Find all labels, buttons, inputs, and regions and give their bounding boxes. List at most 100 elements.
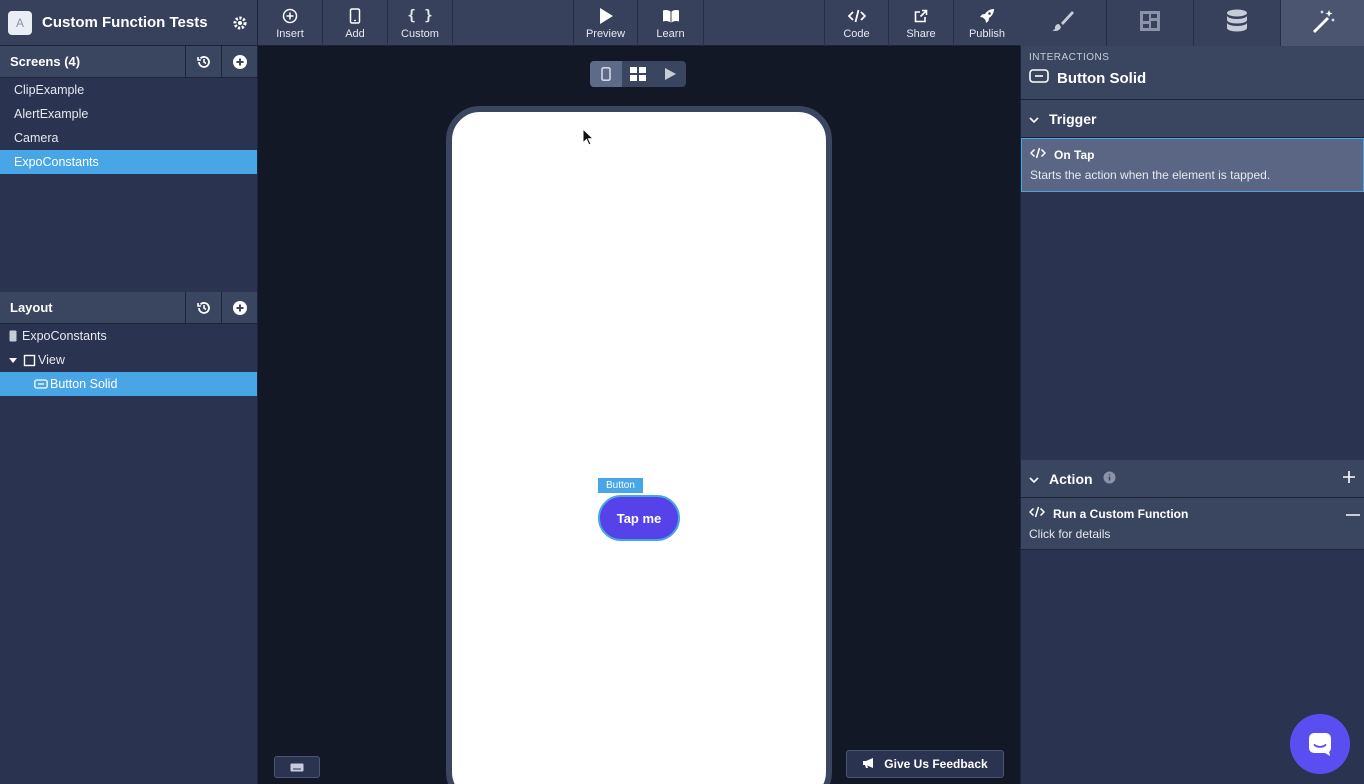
megaphone-icon	[862, 757, 876, 772]
tree-item-expoconstants[interactable]: ExpoConstants	[0, 324, 257, 348]
interactions-panel: INTERACTIONS Button Solid Trigger On Tap…	[1020, 46, 1364, 784]
gear-icon[interactable]	[231, 14, 249, 32]
trigger-title-text: On Tap	[1054, 147, 1095, 162]
insert-button[interactable]: Insert	[258, 0, 323, 46]
book-icon	[662, 6, 680, 26]
preview-button[interactable]: Preview	[573, 0, 638, 46]
code-label: Code	[843, 28, 870, 40]
action-header-label: Action	[1049, 470, 1093, 487]
play-icon	[598, 6, 614, 26]
magic-wand-icon	[1310, 8, 1336, 39]
screens-title: Screens (4)	[10, 54, 81, 69]
action-section: Action Run a Custom Function Click for d…	[1021, 460, 1364, 550]
interactions-header: INTERACTIONS Button Solid	[1021, 46, 1364, 100]
remove-action-icon[interactable]	[1346, 514, 1360, 516]
phone-icon	[6, 330, 20, 342]
phone-preview: Button Tap me	[446, 106, 832, 784]
chevron-down-icon	[1029, 471, 1039, 487]
project-logo[interactable]: A	[8, 10, 32, 35]
app-root: A Custom Function Tests Screens (4) Clip…	[0, 0, 1364, 784]
screens-header: Screens (4)	[0, 45, 257, 78]
share-label: Share	[906, 28, 936, 40]
plus-circle-icon	[282, 6, 298, 26]
tree-item-button-solid[interactable]: Button Solid	[0, 372, 257, 396]
custom-button[interactable]: { } Custom	[388, 0, 453, 46]
trigger-section-header[interactable]: Trigger	[1021, 100, 1364, 138]
trigger-header-label: Trigger	[1049, 110, 1097, 127]
paintbrush-icon	[1051, 9, 1075, 38]
custom-label: Custom	[401, 28, 439, 40]
interactions-title: Button Solid	[1029, 69, 1356, 87]
insert-label: Insert	[276, 28, 304, 40]
tab-interactions[interactable]	[1281, 0, 1364, 46]
device-play-icon[interactable]	[654, 61, 686, 87]
interactions-label: INTERACTIONS	[1029, 52, 1110, 63]
layout-title: Layout	[10, 300, 53, 315]
publish-label: Publish	[968, 28, 1006, 40]
database-icon	[1226, 9, 1248, 38]
preview-label: Preview	[585, 28, 626, 40]
trigger-card-title: On Tap	[1029, 147, 1355, 162]
feedback-button[interactable]: Give Us Feedback	[846, 750, 1004, 778]
code-button[interactable]: Code	[824, 0, 889, 46]
learn-button[interactable]: Learn	[638, 0, 704, 46]
tree-item-label: Button Solid	[50, 377, 118, 391]
action-card-custom-function[interactable]: Run a Custom Function Click for details	[1021, 498, 1364, 550]
device-phone-icon[interactable]	[590, 61, 622, 87]
share-button[interactable]: Share	[889, 0, 954, 46]
add-button[interactable]: Add	[323, 0, 388, 46]
top-toolbar: Insert Add { } Custom Preview Learn Code…	[258, 0, 1020, 46]
add-label: Add	[345, 28, 365, 40]
device-grid-icon[interactable]	[622, 61, 654, 87]
add-action-icon[interactable]	[1342, 470, 1356, 487]
rocket-icon	[979, 6, 995, 26]
action-card-title: Run a Custom Function	[1028, 506, 1356, 521]
left-panel: A Custom Function Tests Screens (4) Clip…	[0, 0, 258, 784]
code-icon	[847, 6, 866, 26]
tab-layout[interactable]	[1107, 0, 1194, 46]
tab-style[interactable]	[1020, 0, 1107, 46]
screen-item-alertexample[interactable]: AlertExample	[0, 102, 257, 126]
button-tag: Button	[598, 478, 643, 493]
layout-grid-icon	[1139, 10, 1161, 37]
tree-item-view[interactable]: View	[0, 348, 257, 372]
screens-list: ClipExample AlertExample Camera ExpoCons…	[0, 78, 257, 260]
phone-icon	[349, 6, 361, 26]
device-selector	[590, 61, 686, 87]
chat-support-icon[interactable]	[1290, 714, 1350, 774]
learn-label: Learn	[656, 28, 685, 40]
external-link-icon	[914, 6, 928, 26]
layout-tree: ExpoConstants View Button Solid	[0, 324, 257, 396]
keyboard-icon[interactable]	[274, 756, 320, 778]
button-icon	[34, 379, 48, 389]
info-icon[interactable]	[1103, 471, 1116, 487]
history-icon[interactable]	[185, 45, 221, 78]
feedback-label: Give Us Feedback	[884, 757, 988, 771]
canvas-area: Button Tap me Give Us Feedback	[258, 46, 1020, 784]
chevron-down-icon	[1029, 111, 1039, 127]
publish-button[interactable]: Publish	[954, 0, 1020, 46]
add-screen-icon[interactable]	[221, 45, 257, 78]
action-section-header[interactable]: Action	[1021, 460, 1364, 498]
code-icon	[1029, 147, 1047, 162]
tap-me-button[interactable]: Tap me	[598, 495, 680, 541]
screen-item-expoconstants[interactable]: ExpoConstants	[0, 150, 257, 174]
add-layout-icon[interactable]	[221, 291, 257, 324]
layout-header: Layout	[0, 291, 257, 324]
project-title: Custom Function Tests	[42, 14, 208, 31]
trigger-card-on-tap[interactable]: On Tap Starts the action when the elemen…	[1021, 138, 1364, 192]
mouse-cursor-icon	[582, 127, 595, 151]
tree-item-label: View	[38, 353, 65, 367]
caret-down-icon[interactable]	[6, 356, 20, 364]
tab-data[interactable]	[1194, 0, 1281, 46]
button-icon	[1029, 69, 1049, 87]
interactions-title-text: Button Solid	[1057, 69, 1147, 87]
screen-item-clipexample[interactable]: ClipExample	[0, 78, 257, 102]
right-panel-tabs	[1020, 0, 1364, 46]
screen-item-camera[interactable]: Camera	[0, 126, 257, 150]
frame-icon	[22, 354, 36, 367]
trigger-description: Starts the action when the element is ta…	[1030, 168, 1271, 182]
action-description: Click for details	[1029, 527, 1111, 541]
action-title-text: Run a Custom Function	[1053, 506, 1189, 521]
layout-history-icon[interactable]	[185, 291, 221, 324]
